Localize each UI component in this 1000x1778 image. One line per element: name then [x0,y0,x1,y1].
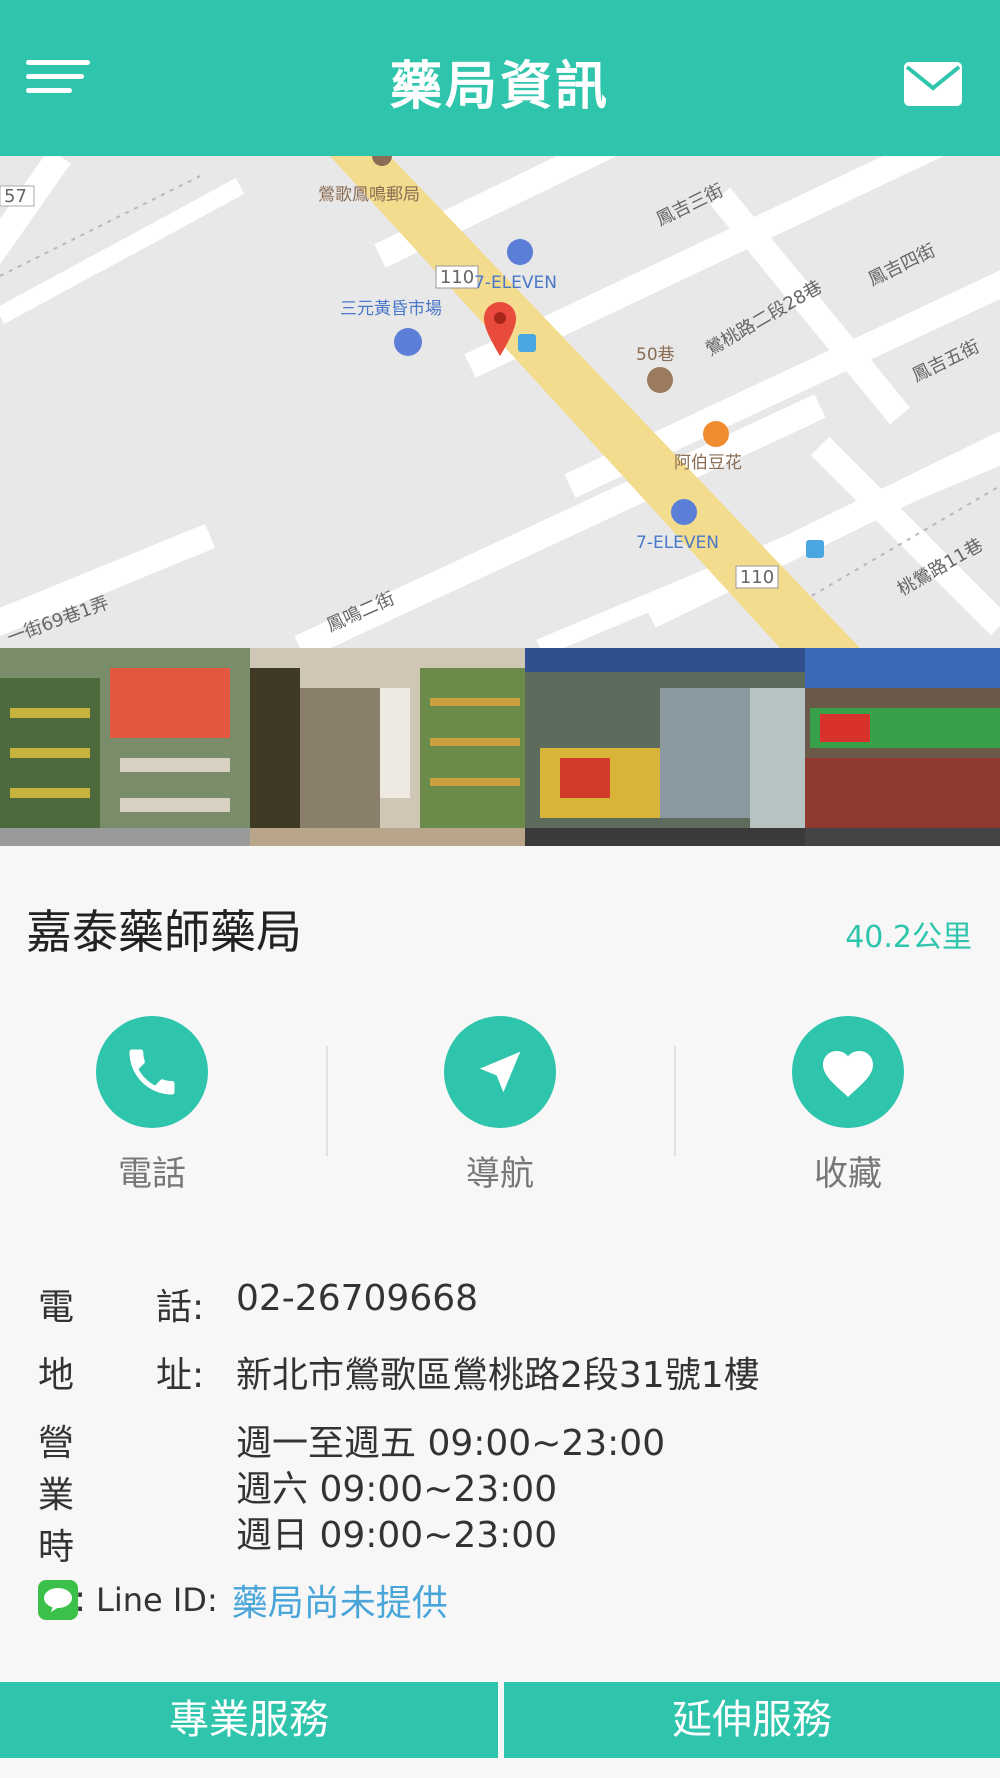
call-label: 電話 [118,1154,186,1194]
alley-50-label: 50巷 [636,345,675,365]
seven-eleven-top-label: 7-ELEVEN [474,273,557,293]
road-110-top-label: 110 [440,267,474,288]
hours-sunday: 週日 09:00~23:00 [236,1515,558,1556]
phone-icon [96,1016,208,1128]
navigate-label: 導航 [466,1154,534,1194]
map-view[interactable]: 110 110 57 鶯歌鳳鳴郵局 7-ELEVEN 三元黃昏市場 50巷 阿伯… [0,156,1000,648]
line-app-icon [38,1580,78,1620]
mail-icon[interactable] [904,62,962,106]
line-id-value[interactable]: 藥局尚未提供 [232,1574,448,1626]
action-divider [674,1046,676,1156]
address-label-char1: 地 [38,1355,75,1396]
seven-eleven-bottom-label: 7-ELEVEN [636,533,719,553]
favorite-button[interactable]: 收藏 [748,1016,948,1195]
line-id-row: Line ID: 藥局尚未提供 [38,1574,448,1626]
store-distance: 40.2公里 [845,920,972,955]
top-app-bar: 藥局資訊 [0,0,1000,156]
bottom-button-bar: 專業服務 延伸服務 [0,1682,1000,1758]
phone-value[interactable]: 02-26709668 [236,1278,478,1319]
market-label: 三元黃昏市場 [340,299,442,319]
post-office-label: 鶯歌鳳鳴郵局 [318,185,420,205]
hours-weekday: 週一至週五 09:00~23:00 [236,1423,666,1464]
road-57-label: 57 [4,186,27,207]
store-photo-strip[interactable] [0,648,1000,846]
favorite-label: 收藏 [814,1154,882,1194]
navigate-button[interactable]: 導航 [400,1016,600,1195]
address-value[interactable]: 新北市鶯歌區鶯桃路2段31號1樓 [236,1346,760,1398]
phone-label-char1: 電 [38,1287,75,1328]
tofu-shop-label: 阿伯豆花 [674,453,742,473]
line-id-label: Line ID: [96,1581,218,1619]
phone-label-char2: 話: [156,1287,205,1328]
address-label-char2: 址: [156,1355,205,1396]
store-info-section: 嘉泰藥師藥局 40.2公里 電話 導航 收藏 電 話: 02-26709668 [0,846,1000,1676]
heart-icon [792,1016,904,1128]
professional-services-button[interactable]: 專業服務 [0,1682,498,1758]
action-divider [326,1046,328,1156]
navigation-arrow-icon [444,1016,556,1128]
store-name: 嘉泰藥師藥局 [26,905,302,959]
extended-services-button[interactable]: 延伸服務 [504,1682,1000,1758]
page-title: 藥局資訊 [389,57,610,117]
road-110-bottom-label: 110 [740,567,774,588]
hours-saturday: 週六 09:00~23:00 [236,1469,558,1510]
call-button[interactable]: 電話 [52,1016,252,1195]
